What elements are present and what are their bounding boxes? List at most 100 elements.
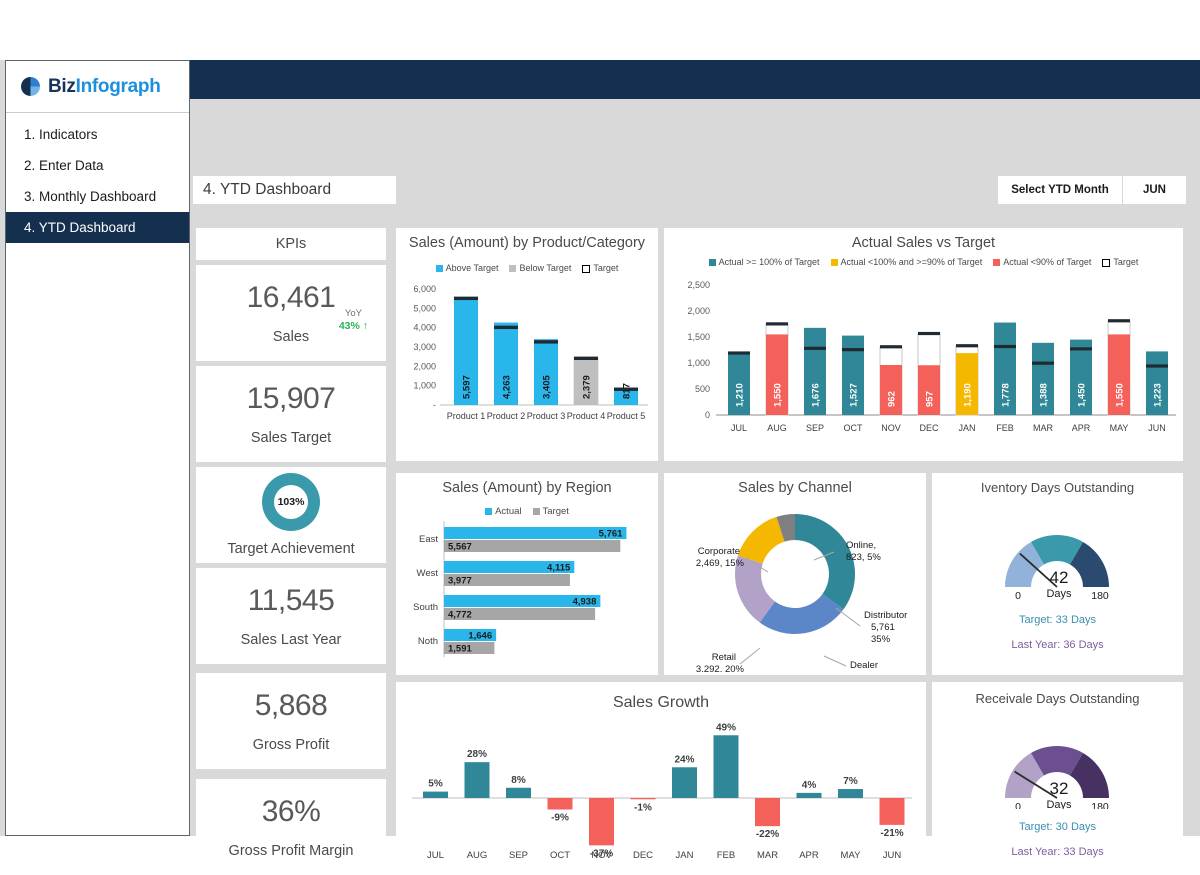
svg-text:0: 0 xyxy=(705,410,710,420)
svg-text:4,772: 4,772 xyxy=(448,610,472,621)
svg-text:5%: 5% xyxy=(428,779,443,790)
svg-text:1,210: 1,210 xyxy=(735,383,746,407)
svg-text:1,000: 1,000 xyxy=(687,358,710,368)
kpi-card-gross-profit: 5,868 Gross Profit xyxy=(196,673,386,769)
svg-text:AUG: AUG xyxy=(467,850,488,861)
svg-text:1,527: 1,527 xyxy=(849,383,860,407)
svg-text:2,469, 15%: 2,469, 15% xyxy=(696,558,745,569)
legend-item-target: Target xyxy=(532,506,569,517)
svg-text:Noth: Noth xyxy=(418,636,438,647)
svg-text:817: 817 xyxy=(622,383,633,399)
svg-text:3,405: 3,405 xyxy=(542,375,553,399)
chart-card-actual-vs-target: Actual Sales vs Target Actual >= 100% of… xyxy=(664,228,1183,461)
gauge-svg-inventory: 42Days 0 180 xyxy=(1005,535,1109,600)
kpi-card-target-achievement: 103% Target Achievement xyxy=(196,467,386,563)
sidebar-item-indicators[interactable]: 1. Indicators xyxy=(6,119,189,150)
svg-text:-22%: -22% xyxy=(756,829,779,840)
chart-svg-sales-by-product: 6,000 5,000 4,000 3,000 2,000 1,000 - 5,597 4,2… xyxy=(413,284,648,421)
svg-text:1,190: 1,190 xyxy=(963,383,974,407)
svg-text:-: - xyxy=(433,400,436,410)
svg-text:Product 5: Product 5 xyxy=(607,411,646,421)
kpi-card-sales-target: 15,907 Sales Target xyxy=(196,366,386,462)
svg-text:4,938: 4,938 xyxy=(573,597,597,608)
svg-text:2,500: 2,500 xyxy=(687,280,710,290)
svg-text:32: 32 xyxy=(1050,779,1069,798)
svg-text:JUN: JUN xyxy=(1148,423,1166,433)
receivable-target-text: Target: 30 Days xyxy=(1018,821,1097,833)
legend-item-target: Target xyxy=(1102,257,1138,267)
kpi-value-gross-profit: 5,868 xyxy=(254,689,328,722)
svg-text:Dealer: Dealer xyxy=(850,660,878,671)
receivable-last-year-text: Last Year: 33 Days xyxy=(1011,846,1104,858)
svg-text:1,500: 1,500 xyxy=(687,332,710,342)
svg-text:1,591: 1,591 xyxy=(448,644,472,655)
svg-text:1,000: 1,000 xyxy=(413,381,436,391)
svg-text:JAN: JAN xyxy=(958,423,975,433)
kpi-yoy-value: 43% ↑ xyxy=(338,319,368,332)
chart-svg-sales-growth: 5%28%8%-9%-37%-1%24%49%-22%4% 7%-21% JUL A… xyxy=(412,722,912,861)
select-ytd-month-value[interactable]: JUN xyxy=(1123,176,1186,204)
svg-text:2,000: 2,000 xyxy=(413,361,436,371)
svg-text:Days: Days xyxy=(1046,799,1072,809)
svg-text:-9%: -9% xyxy=(551,813,569,824)
chart-title-sales-growth: Sales Growth xyxy=(612,694,710,711)
svg-text:Corporate: Corporate xyxy=(698,546,740,557)
sidebar-item-monthly-dashboard[interactable]: 3. Monthly Dashboard xyxy=(6,181,189,212)
svg-text:6,000: 6,000 xyxy=(413,284,436,294)
kpi-value-sales: 16,461 xyxy=(246,281,336,314)
legend-item-ge-100: Actual >= 100% of Target xyxy=(708,257,820,267)
svg-text:3,292, 20%: 3,292, 20% xyxy=(696,664,745,672)
svg-text:OCT: OCT xyxy=(550,850,570,861)
svg-text:7%: 7% xyxy=(843,776,858,787)
svg-text:1,450: 1,450 xyxy=(1077,383,1088,407)
legend-item-below-target: Below Target xyxy=(509,263,571,273)
dashboard-app: BizInfograph 1. Indicators 2. Enter Data… xyxy=(0,60,1200,875)
svg-text:MAY: MAY xyxy=(841,850,862,861)
svg-text:500: 500 xyxy=(695,384,710,394)
svg-text:NOV: NOV xyxy=(881,423,901,433)
chart-svg-actual-vs-target: 2,500 2,000 1,500 1,000 500 0 1,210 1,550 1,676… xyxy=(687,280,1176,433)
svg-text:NOV: NOV xyxy=(591,850,612,861)
legend-item-actual: Actual xyxy=(485,506,522,517)
sidebar-item-enter-data[interactable]: 2. Enter Data xyxy=(6,150,189,181)
kpi-panel-title: KPIs xyxy=(196,228,386,260)
sidebar-item-ytd-dashboard[interactable]: 4. YTD Dashboard xyxy=(6,212,189,243)
legend-item-90-100: Actual <100% and >=90% of Target xyxy=(830,257,982,267)
chart-card-inventory-gauge: Iventory Days Outstanding 42 Days 0 180 Tar… xyxy=(932,473,1183,675)
svg-text:5,761: 5,761 xyxy=(871,622,895,633)
header-bar xyxy=(190,60,1200,99)
svg-text:180: 180 xyxy=(1091,801,1109,809)
chart-legend-sales-by-product: Above Target Below Target Target xyxy=(396,263,658,273)
kpi-label-sales-target: Sales Target xyxy=(250,430,332,446)
svg-text:957: 957 xyxy=(925,391,936,407)
chart-title-receivable-gauge: Receivale Days Outstanding xyxy=(975,691,1140,706)
kpi-card-sales-last-year: 11,545 Sales Last Year xyxy=(196,568,386,664)
gauge-svg-receivable: 32Days 0 180 xyxy=(1005,746,1109,809)
legend-item-target: Target xyxy=(582,263,618,273)
svg-text:4,000: 4,000 xyxy=(413,323,436,333)
ytd-month-selector[interactable]: Select YTD Month JUN xyxy=(998,176,1186,204)
svg-text:5,761: 5,761 xyxy=(599,529,623,540)
svg-text:1,676: 1,676 xyxy=(811,383,822,407)
kpi-label-gross-profit: Gross Profit xyxy=(252,737,330,753)
kpi-card-gross-profit-margin: 36% Gross Profit Margin xyxy=(196,779,386,875)
chart-card-receivable-gauge: Receivale Days Outstanding 32 Days 0 180 Ta… xyxy=(932,682,1183,875)
chart-svg-sales-by-channel: Online,823, 5%Distributor5,76135%Dealer4… xyxy=(696,514,907,672)
svg-text:DEC: DEC xyxy=(919,423,939,433)
svg-text:1,646: 1,646 xyxy=(468,631,492,642)
kpi-value-sales-target: 15,907 xyxy=(246,382,336,415)
svg-text:1,550: 1,550 xyxy=(773,383,784,407)
inventory-target-text: Target: 33 Days xyxy=(1018,614,1097,626)
svg-text:0: 0 xyxy=(1015,801,1021,809)
svg-text:AUG: AUG xyxy=(767,423,787,433)
chart-card-sales-growth: Sales Growth 5% 28% 8% -9% -37% -1% 24% 49% -22%… xyxy=(396,682,926,875)
kpi-label-target-achievement: Target Achievement xyxy=(227,541,355,557)
svg-text:4%: 4% xyxy=(802,780,817,791)
svg-text:SEP: SEP xyxy=(509,850,528,861)
svg-text:0: 0 xyxy=(1015,590,1021,600)
svg-text:East: East xyxy=(419,534,438,545)
chart-title-actual-vs-target: Actual Sales vs Target xyxy=(851,235,996,251)
brand-logo: BizInfograph xyxy=(6,61,189,113)
svg-text:JUL: JUL xyxy=(731,423,747,433)
chart-card-sales-by-region: Sales (Amount) by Region Actual Target 5… xyxy=(396,473,658,675)
